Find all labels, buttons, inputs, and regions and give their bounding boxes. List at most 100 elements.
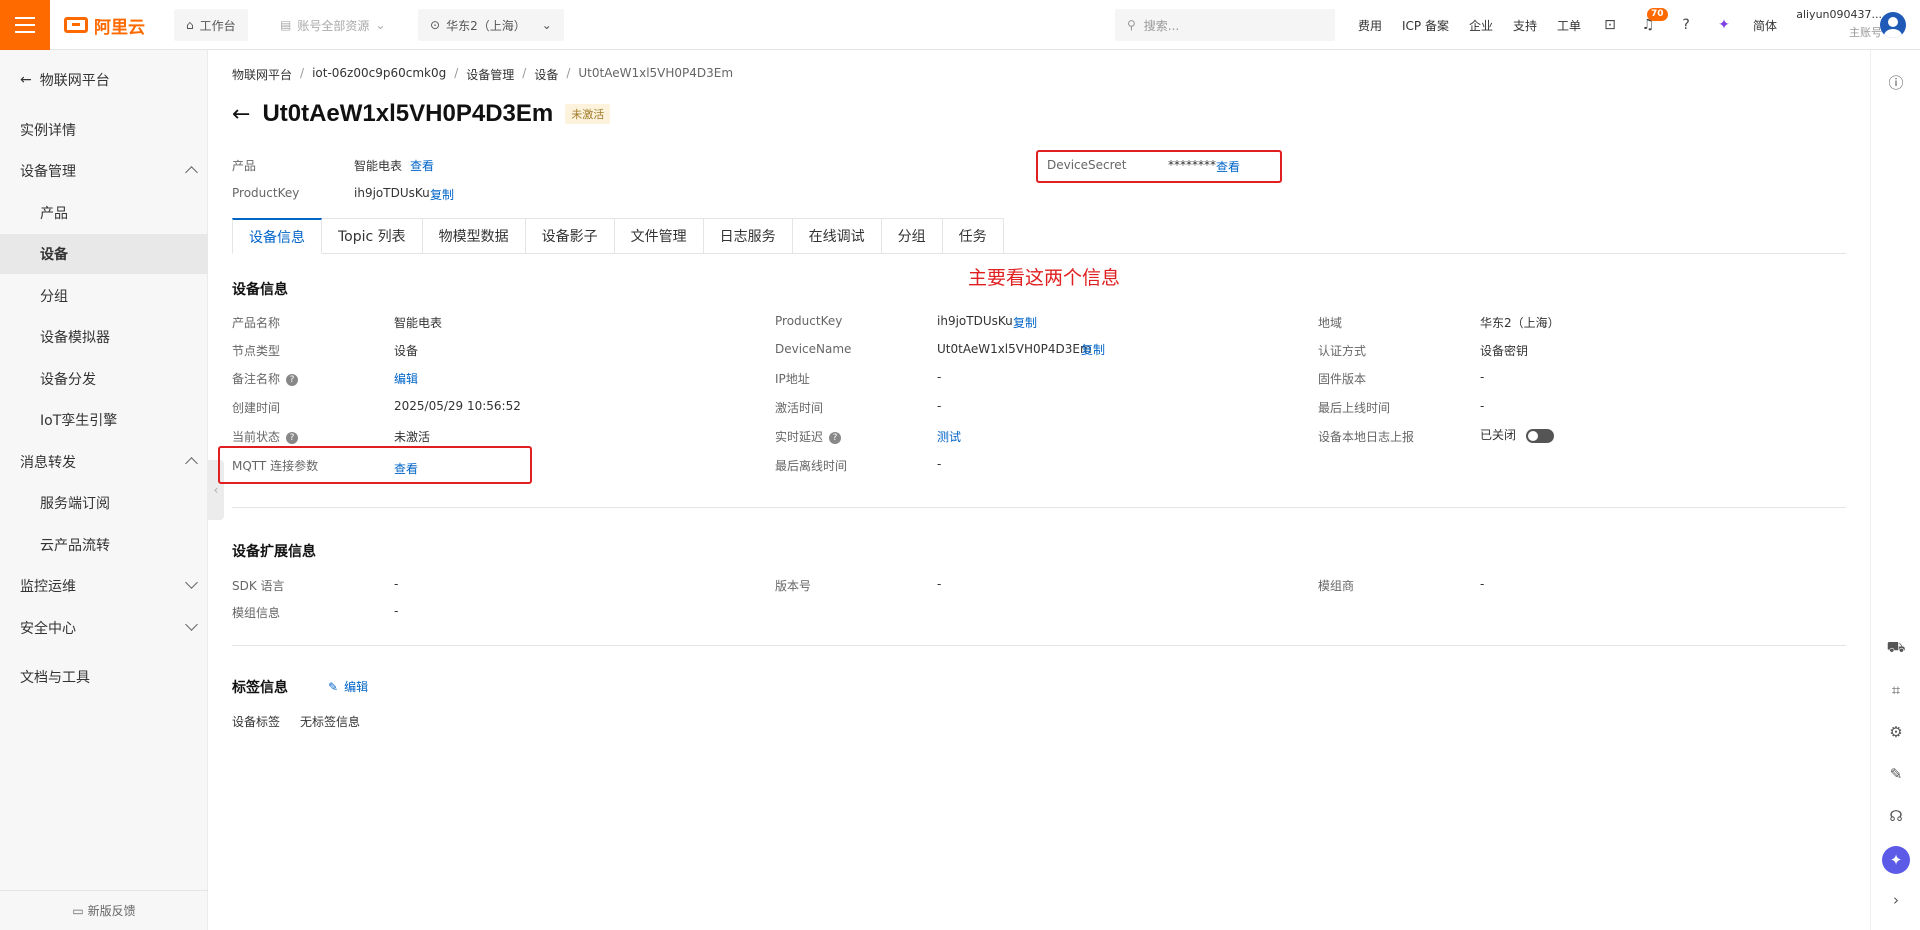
info-label: 节点类型 xyxy=(232,344,281,358)
breadcrumb: 物联网平台 / iot-06z00c9p60cmk0g / 设备管理 / 设备 / Ut… xyxy=(232,66,733,83)
edit-icon[interactable]: ✎ xyxy=(1886,764,1906,784)
info-label: 创建时间 xyxy=(232,401,281,415)
chevron-down-icon xyxy=(185,576,198,589)
latency-test-link[interactable]: 测试 xyxy=(937,428,961,445)
sidebar-item-docs-tools[interactable]: 文档与工具 xyxy=(0,657,208,697)
sidebar-item-monitoring[interactable]: 监控运维 xyxy=(0,566,208,606)
region-dropdown[interactable]: ⊙ 华东2（上海） ⌄ xyxy=(418,9,564,41)
headset-icon[interactable]: ☊ xyxy=(1886,806,1906,826)
help-icon[interactable]: ? xyxy=(1677,16,1695,34)
breadcrumb-separator: / xyxy=(522,66,527,80)
home-icon: ⌂ xyxy=(186,18,194,32)
info-label: SDK 语言 xyxy=(232,579,285,593)
aliyun-logo[interactable]: 阿里云 xyxy=(64,13,145,38)
info-label: 最后离线时间 xyxy=(775,459,848,473)
sidebar-item-security-center[interactable]: 安全中心 xyxy=(0,608,208,648)
tab-group[interactable]: 分组 xyxy=(881,218,943,254)
info-label: 版本号 xyxy=(775,579,812,593)
settings-icon[interactable]: ⚙ xyxy=(1886,722,1906,742)
feedback-button[interactable]: ▭ 新版反馈 xyxy=(0,890,208,930)
avatar[interactable] xyxy=(1880,12,1906,38)
divider xyxy=(232,645,1846,646)
info-label: 激活时间 xyxy=(775,401,824,415)
chevron-down-icon: ⌄ xyxy=(541,18,552,32)
location-icon: ⊙ xyxy=(430,18,441,32)
chevron-up-icon xyxy=(185,457,198,470)
sidebar-item-device[interactable]: 设备 xyxy=(0,234,208,274)
info-label: 模组商 xyxy=(1318,579,1355,593)
sidebar-item-group[interactable]: 分组 xyxy=(0,276,208,316)
cart-icon[interactable]: ⛟ xyxy=(1886,638,1906,658)
sidebar-item-instance-details[interactable]: 实例详情 xyxy=(0,110,208,150)
sidebar-item-device-distribution[interactable]: 设备分发 xyxy=(0,359,208,399)
info-value: 未激活 xyxy=(394,430,431,444)
link-enterprise[interactable]: 企业 xyxy=(1469,17,1493,34)
ai-assistant-icon[interactable]: ✦ xyxy=(1715,16,1733,34)
product-view-link[interactable]: 查看 xyxy=(410,157,434,174)
tab-thing-model-data[interactable]: 物模型数据 xyxy=(422,218,526,254)
info-value: - xyxy=(394,577,399,591)
breadcrumb-item[interactable]: 物联网平台 xyxy=(232,66,292,83)
info-label: IP地址 xyxy=(775,372,810,386)
language-switch[interactable]: 简体 xyxy=(1753,17,1777,34)
status-badge: 未激活 xyxy=(565,104,611,124)
info-label: 实时延迟? xyxy=(775,428,842,445)
chevron-down-icon: ⌄ xyxy=(375,18,386,32)
search-input[interactable]: ⚲ 搜索... xyxy=(1115,9,1335,41)
info-label: 认证方式 xyxy=(1318,344,1367,358)
breadcrumb-item[interactable]: 设备 xyxy=(534,66,558,83)
code-icon[interactable]: ⌗ xyxy=(1886,680,1906,700)
link-ticket[interactable]: 工单 xyxy=(1557,17,1581,34)
workbench-button[interactable]: ⌂ 工作台 xyxy=(174,9,248,41)
account-resources-dropdown[interactable]: ▤ 账号全部资源 ⌄ xyxy=(268,9,397,41)
question-icon[interactable]: ? xyxy=(286,373,299,386)
tab-log-service[interactable]: 日志服务 xyxy=(703,218,793,254)
breadcrumb-separator: / xyxy=(300,66,305,80)
user-name: aliyun090437... xyxy=(1796,8,1882,21)
info-value: - xyxy=(1480,399,1485,413)
sidebar-item-iot-twin-engine[interactable]: IoT孪生引擎 xyxy=(0,400,208,440)
sidebar-item-server-subscription[interactable]: 服务端订阅 xyxy=(0,483,208,523)
productkey-copy-link[interactable]: 复制 xyxy=(1013,314,1037,331)
tab-topic-list[interactable]: Topic 列表 xyxy=(322,218,423,254)
tab-device-info[interactable]: 设备信息 xyxy=(232,218,322,254)
tab-task[interactable]: 任务 xyxy=(942,218,1004,254)
help-circle-icon[interactable]: ⓘ xyxy=(1886,72,1906,92)
info-value: 2025/05/29 10:56:52 xyxy=(394,399,521,413)
sidebar-item-cloud-product-flow[interactable]: 云产品流转 xyxy=(0,525,208,565)
breadcrumb-item[interactable]: iot-06z00c9p60cmk0g xyxy=(312,66,446,83)
log-report-toggle[interactable] xyxy=(1526,428,1555,443)
tab-online-debug[interactable]: 在线调试 xyxy=(792,218,882,254)
user-menu[interactable]: aliyun090437... 主账号 xyxy=(1782,6,1882,42)
question-icon[interactable]: ? xyxy=(286,431,299,444)
terminal-icon[interactable]: ⊡ xyxy=(1601,16,1619,34)
info-label: 模组信息 xyxy=(232,606,281,620)
tab-bar: 设备信息 Topic 列表 物模型数据 设备影子 文件管理 日志服务 在线调试 … xyxy=(232,218,1846,254)
chevron-right-icon[interactable]: › xyxy=(1886,890,1906,910)
tag-edit-button[interactable]: ✎ 编辑 xyxy=(328,678,368,695)
sidebar-item-device-simulator[interactable]: 设备模拟器 xyxy=(0,317,208,357)
sidebar-item-message-forwarding[interactable]: 消息转发 xyxy=(0,442,208,482)
sidebar-item-product[interactable]: 产品 xyxy=(0,193,208,233)
back-to-iot-platform[interactable]: ← 物联网平台 xyxy=(20,70,110,90)
link-icp[interactable]: ICP 备案 xyxy=(1402,17,1449,34)
bell-icon[interactable]: ♫ 70 xyxy=(1639,8,1668,34)
breadcrumb-item[interactable]: 设备管理 xyxy=(466,66,514,83)
question-icon[interactable]: ? xyxy=(829,431,842,444)
link-fees[interactable]: 费用 xyxy=(1358,17,1382,34)
info-value: - xyxy=(1480,370,1485,384)
link-support[interactable]: 支持 xyxy=(1513,17,1537,34)
sidebar: ← 物联网平台 实例详情 设备管理 产品 设备 分组 设备模拟器 设备分发 IoT… xyxy=(0,50,208,930)
back-arrow-icon[interactable]: ← xyxy=(232,102,250,127)
tab-file-management[interactable]: 文件管理 xyxy=(614,218,704,254)
ai-assistant-icon[interactable]: ✦ xyxy=(1882,846,1910,874)
tab-device-shadow[interactable]: 设备影子 xyxy=(525,218,615,254)
sidebar-item-device-management[interactable]: 设备管理 xyxy=(0,151,208,191)
productkey-copy-link[interactable]: 复制 xyxy=(430,186,454,203)
section-title-device-info: 设备信息 xyxy=(232,282,288,298)
info-value: ih9joTDUsKu xyxy=(937,314,1013,328)
hamburger-menu-icon[interactable] xyxy=(0,0,50,50)
remark-edit-link[interactable]: 编辑 xyxy=(394,370,418,387)
devicename-copy-link[interactable]: 复制 xyxy=(1081,341,1105,358)
info-value: - xyxy=(1480,577,1485,591)
